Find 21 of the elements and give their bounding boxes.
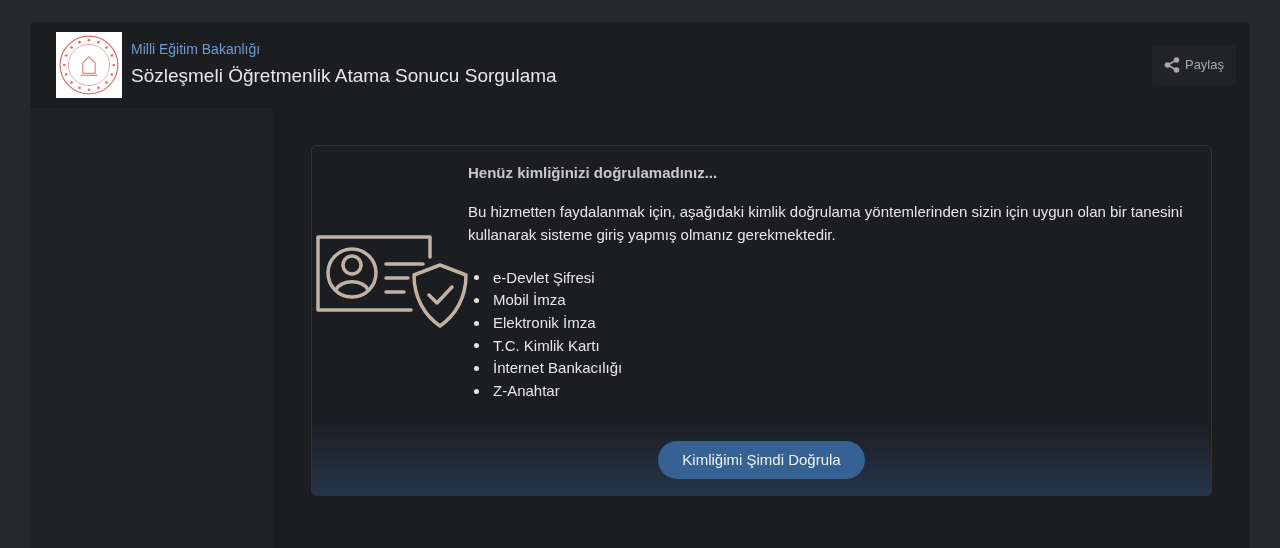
bullet-icon (474, 298, 479, 304)
method-item: Z-Anahtar (493, 381, 560, 402)
share-icon (1163, 57, 1180, 73)
method-item: İnternet Bankacılığı (493, 358, 623, 379)
method-item: Mobil İmza (493, 290, 566, 311)
bullet-icon (474, 366, 479, 372)
method-item: e-Devlet Şifresi (493, 267, 595, 288)
method-item: Elektronik İmza (493, 312, 596, 333)
notice-heading: Henüz kimliğinizi doğrulamadınız... (468, 163, 719, 183)
bullet-icon (474, 275, 479, 281)
bullet-icon (474, 343, 479, 349)
method-item: T.C. Kimlik Kartı (493, 335, 600, 356)
bullet-icon (474, 320, 479, 326)
notice-text: Bu hizmetten faydalanmak için, aşağıdaki kimlik doğrulama yöntemlerinden sizin için uygun olan bir tanesini kullanarak sisteme giriş yapmış olmanız gerekmektedir. (468, 201, 1184, 245)
verify-identity-button[interactable]: Kimliğimi Şimdi Doğrula (658, 441, 865, 479)
ministry-logo-icon (56, 32, 122, 98)
bullet-icon (474, 388, 479, 394)
id-card-shield-icon (316, 235, 468, 330)
page-title: Sözleşmeli Öğretmenlik Atama Sonucu Sorgulama (131, 64, 557, 89)
share-button[interactable]: Paylaş (1151, 45, 1236, 85)
organization-name: Milli Eğitim Bakanlığı (131, 40, 262, 60)
